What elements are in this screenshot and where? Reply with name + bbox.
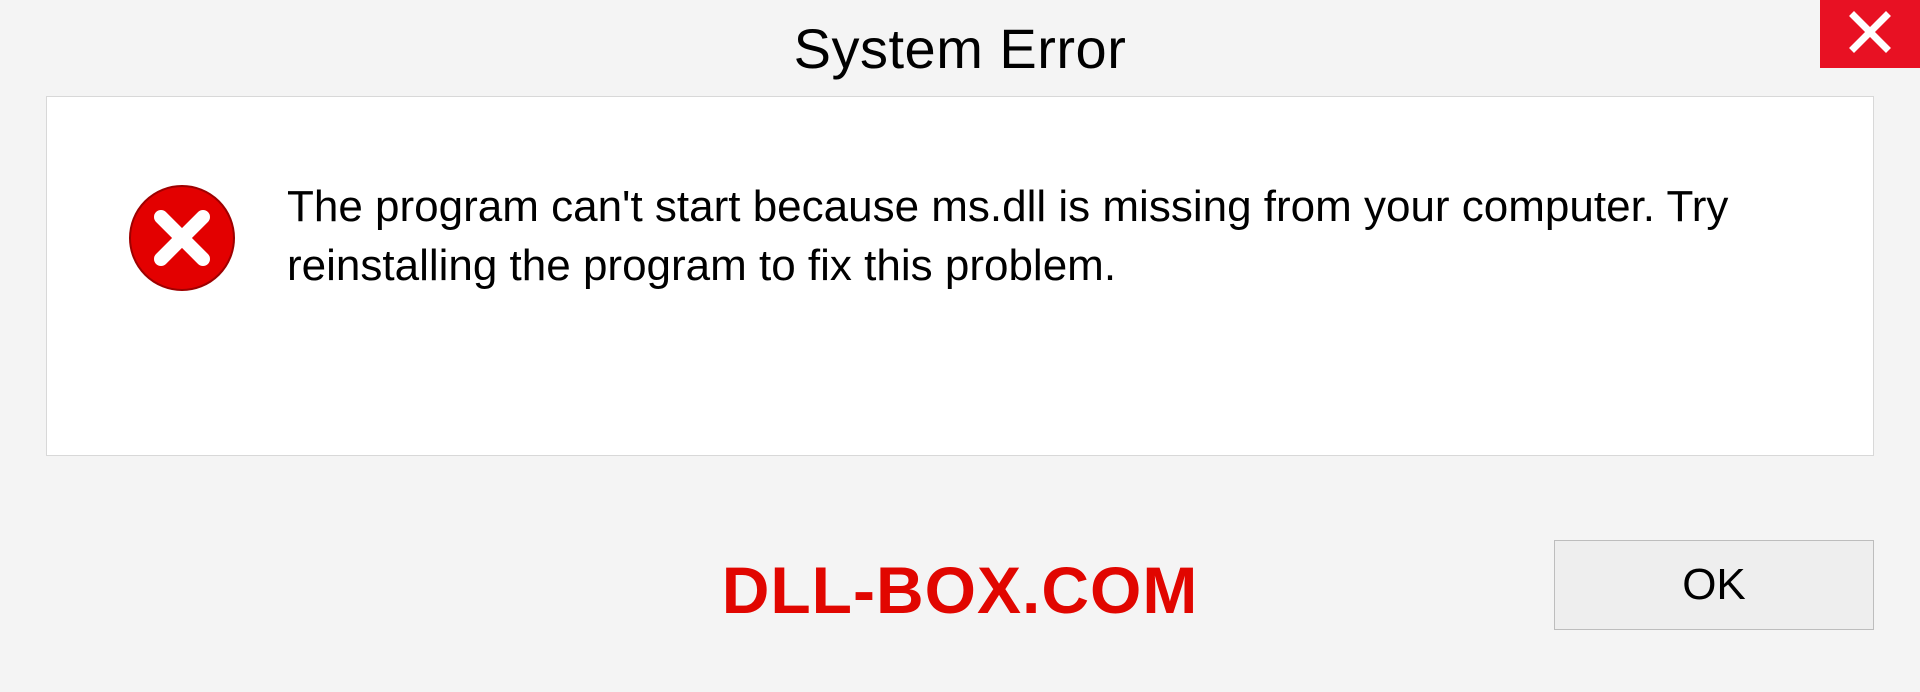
close-icon <box>1848 10 1892 59</box>
close-button[interactable] <box>1820 0 1920 68</box>
titlebar: System Error <box>0 0 1920 96</box>
dialog-title: System Error <box>794 16 1127 81</box>
ok-button[interactable]: OK <box>1554 540 1874 630</box>
ok-button-label: OK <box>1682 560 1746 610</box>
footer: DLL-BOX.COM OK <box>0 456 1920 692</box>
watermark-text: DLL-BOX.COM <box>722 552 1199 628</box>
error-message: The program can't start because ms.dll i… <box>287 177 1813 296</box>
error-icon <box>127 183 237 293</box>
content-panel: The program can't start because ms.dll i… <box>46 96 1874 456</box>
